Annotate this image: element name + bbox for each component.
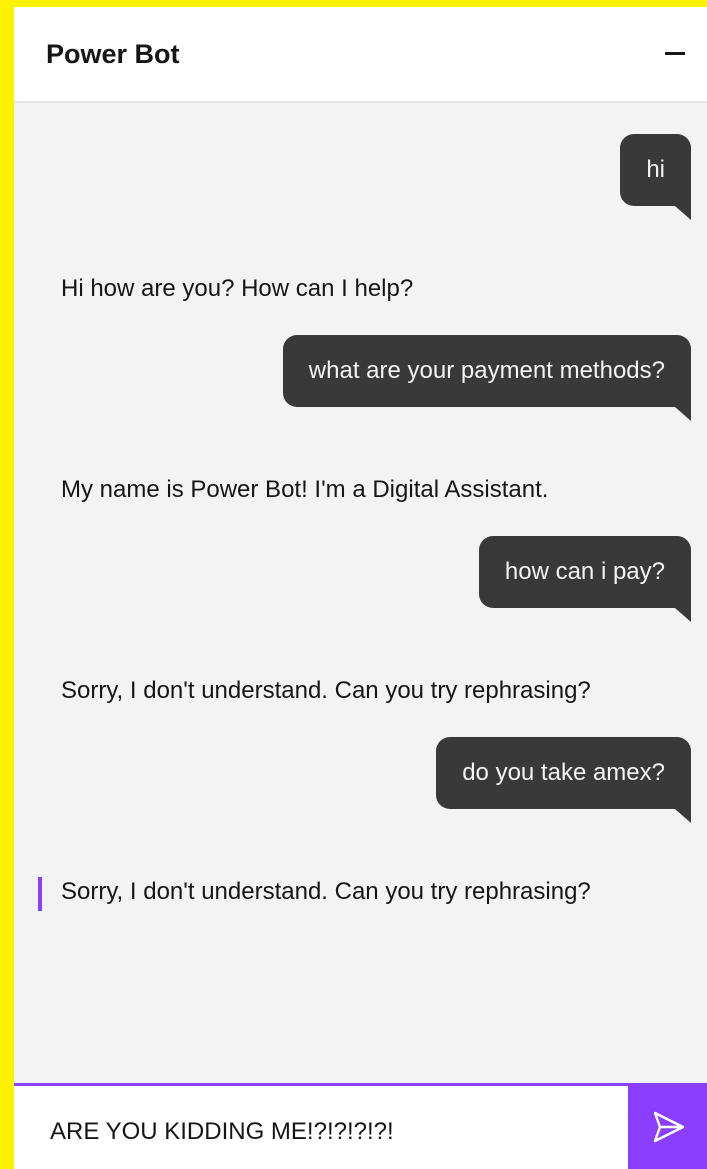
chat-header: Power Bot (14, 7, 707, 103)
user-message: how can i pay? (478, 536, 691, 622)
message-composer (14, 1083, 707, 1169)
message-list: hi Hi how are you? How can I help? what … (14, 103, 707, 1083)
bot-title: Power Bot (46, 39, 180, 69)
bubble-tail (675, 206, 691, 220)
user-message-text: how can i pay? (504, 558, 665, 585)
user-message-text: do you take amex? (462, 759, 665, 786)
user-message: hi (620, 134, 691, 220)
bot-message: My name is Power Bot! I'm a Digital Assi… (61, 476, 549, 503)
bot-message: Hi how are you? How can I help? (61, 275, 414, 302)
send-button[interactable] (628, 1083, 707, 1169)
bubble-tail (675, 809, 691, 823)
minimize-icon (665, 52, 685, 55)
bot-message: Sorry, I don't understand. Can you try r… (61, 677, 591, 704)
bubble-tail (675, 608, 691, 622)
user-message: do you take amex? (436, 737, 691, 823)
user-message-text: hi (646, 156, 665, 183)
focus-indicator (38, 877, 42, 911)
chat-window: Power Bot hi Hi how are you? How can I h… (14, 7, 707, 1169)
minimize-button[interactable] (657, 35, 693, 71)
send-icon (653, 1111, 685, 1143)
user-message-text: what are your payment methods? (308, 357, 665, 384)
message-input[interactable] (14, 1086, 627, 1169)
bot-message-focused: Sorry, I don't understand. Can you try r… (61, 878, 591, 905)
bubble-tail (675, 407, 691, 421)
user-message: what are your payment methods? (282, 335, 691, 421)
